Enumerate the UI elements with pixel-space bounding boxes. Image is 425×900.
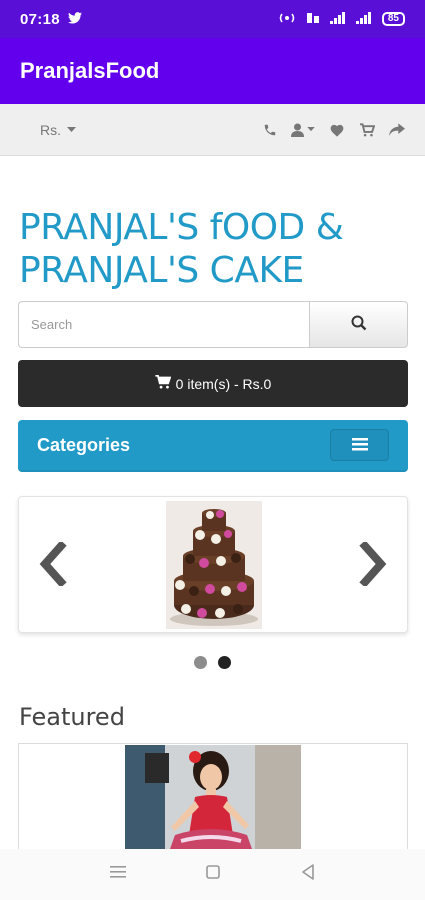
- cart-icon[interactable]: [359, 122, 375, 137]
- pagination-dot[interactable]: [194, 656, 207, 669]
- user-icon[interactable]: [291, 123, 315, 137]
- app-title: PranjalsFood: [20, 58, 160, 83]
- search-bar: [18, 301, 408, 348]
- home-icon[interactable]: [206, 865, 221, 884]
- search-button[interactable]: [309, 301, 408, 348]
- categories-bar[interactable]: Categories: [18, 420, 408, 472]
- chevron-left-icon[interactable]: [37, 540, 67, 591]
- search-icon: [351, 315, 367, 334]
- back-icon[interactable]: [301, 864, 315, 885]
- twitter-icon: [67, 11, 82, 27]
- currency-selector[interactable]: Rs.: [40, 122, 76, 138]
- featured-heading: Featured: [19, 703, 125, 731]
- currency-label: Rs.: [40, 121, 61, 138]
- volte-icon: [306, 11, 320, 28]
- categories-label: Categories: [37, 434, 131, 455]
- heart-icon[interactable]: [329, 123, 345, 137]
- system-nav-bar: [0, 849, 425, 900]
- search-input[interactable]: [18, 301, 309, 348]
- chevron-right-icon[interactable]: [359, 540, 389, 591]
- app-bar: PranjalsFood: [0, 38, 425, 104]
- product-card[interactable]: [18, 743, 408, 863]
- phone-icon[interactable]: [263, 123, 277, 137]
- top-bar: Rs.: [0, 104, 425, 156]
- status-time: 07:18: [20, 10, 60, 28]
- slideshow-pagination: [194, 656, 231, 669]
- cart-button[interactable]: 0 item(s) - Rs.0: [18, 360, 408, 407]
- cart-icon: [155, 374, 171, 392]
- pagination-dot-active[interactable]: [218, 656, 231, 669]
- slide-image-cake[interactable]: [166, 501, 262, 629]
- hamburger-icon: [351, 435, 368, 456]
- signal-icon: [329, 11, 346, 27]
- recents-menu-icon[interactable]: [110, 865, 127, 884]
- categories-menu-button[interactable]: [330, 429, 389, 461]
- cart-total-label: 0 item(s) - Rs.0: [175, 375, 272, 392]
- signal-icon-2: [355, 11, 372, 27]
- product-image-doll-cake[interactable]: [125, 745, 301, 863]
- hotspot-icon: [278, 12, 296, 27]
- site-title: PRANJAL'S fOOD & PRANJAL'S CAKE: [19, 207, 344, 291]
- slideshow: [18, 496, 408, 633]
- share-icon[interactable]: [389, 122, 405, 137]
- battery-icon: 85: [381, 12, 405, 26]
- status-bar: 07:18 85: [0, 0, 425, 38]
- caret-down-icon: [67, 126, 76, 133]
